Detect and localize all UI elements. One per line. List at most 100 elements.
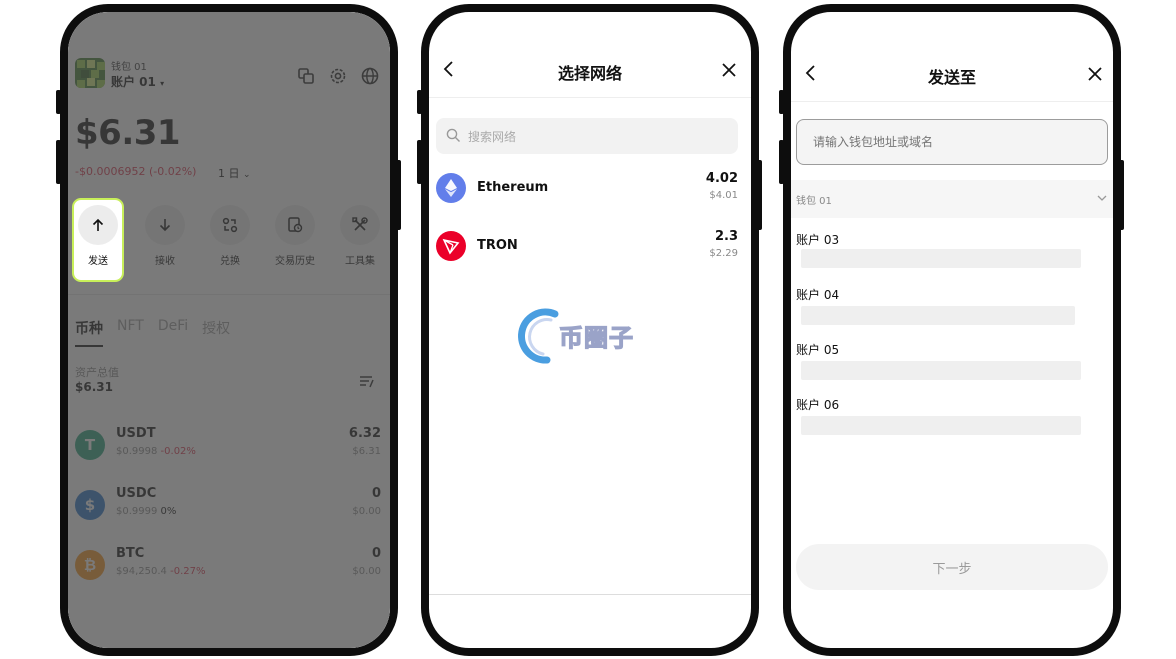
next-button[interactable]: 下一步: [796, 544, 1108, 590]
network-amount: 2.3: [714, 229, 738, 244]
total-balance: $6.31: [75, 113, 181, 153]
token-row-usdc[interactable]: $ USDC $0.9999 0% 0 $0.00: [75, 486, 381, 530]
tab-tokens[interactable]: 币种: [75, 318, 103, 347]
swap-icon: [210, 205, 250, 245]
address-input[interactable]: [796, 119, 1108, 165]
token-symbol: BTC: [116, 546, 145, 561]
token-price: $0.9998 -0.02%: [116, 446, 196, 457]
sort-icon[interactable]: [358, 372, 376, 390]
token-price-value: $0.9998: [116, 446, 158, 457]
network-amount: 4.02: [705, 171, 738, 186]
token-price-value: $0.9999: [116, 506, 158, 517]
token-row-btc[interactable]: ₿ BTC $94,250.4 -0.27% 0 $0.00: [75, 546, 381, 590]
account-name: 账户 03: [796, 233, 840, 247]
tron-icon: [436, 231, 466, 261]
page-title: 发送至: [927, 68, 976, 87]
token-symbol: USDT: [116, 426, 156, 441]
network-name: Ethereum: [477, 180, 549, 195]
phone-select-network: 选择网络 搜索网络 Ethereum 4.02 $4.01 TRON 2.3 $…: [421, 4, 759, 656]
period-selector[interactable]: 1 日 ⌄: [218, 165, 251, 181]
token-price-value: $94,250.4: [116, 566, 167, 577]
history-icon: [275, 205, 315, 245]
arrow-up-icon: [78, 205, 118, 245]
token-price: $94,250.4 -0.27%: [116, 566, 205, 577]
ethereum-icon: [436, 173, 466, 203]
period-label: 1 日: [218, 167, 240, 180]
arrow-down-icon: [145, 205, 185, 245]
divider: [429, 594, 751, 595]
tab-nft[interactable]: NFT: [117, 318, 144, 338]
tab-approvals[interactable]: 授权: [202, 318, 230, 338]
assets-title: 资产总值: [75, 366, 119, 379]
account-name: 账户 06: [796, 398, 840, 412]
token-value: $6.31: [352, 446, 381, 457]
usdc-icon: $: [75, 490, 105, 520]
tab-defi[interactable]: DeFi: [158, 318, 188, 338]
divider: [68, 294, 390, 295]
token-symbol: USDC: [116, 486, 157, 501]
tools-icon: [340, 205, 380, 245]
account-row[interactable]: 账户 03: [796, 231, 1086, 281]
btc-icon: ₿: [75, 550, 105, 580]
account-row[interactable]: 账户 05: [796, 341, 1086, 391]
chevron-down-icon: [1097, 195, 1107, 201]
asset-tabs: 币种 NFT DeFi 授权: [75, 318, 230, 347]
account-name: 账户 01: [111, 75, 156, 89]
blurred-address: [801, 249, 1081, 268]
wallet-home-screen: 钱包 01 账户 01 ▾ $6.31 -$0.0006952 (-0.02%)…: [68, 12, 390, 648]
page-title: 选择网络: [557, 64, 622, 83]
balance-change: -$0.0006952 (-0.02%): [75, 165, 197, 178]
network-row-tron[interactable]: TRON 2.3 $2.29: [436, 227, 738, 267]
wallet-name: 钱包 01: [111, 62, 147, 73]
swap-label: 兑换: [220, 256, 240, 267]
watermark: 币圈子: [511, 304, 671, 364]
account-selector[interactable]: 账户 01 ▾: [111, 73, 164, 90]
close-icon[interactable]: [1087, 66, 1103, 82]
token-amount: 6.32: [348, 426, 381, 441]
receive-label: 接收: [155, 256, 175, 267]
caret-down-icon: ▾: [160, 79, 165, 88]
close-icon[interactable]: [721, 62, 737, 78]
history-button[interactable]: 交易历史: [265, 205, 325, 267]
account-row[interactable]: 账户 04: [796, 286, 1086, 336]
token-value: $0.00: [352, 566, 381, 577]
copy-icon[interactable]: [296, 66, 316, 86]
account-name: 账户 04: [796, 288, 840, 302]
swap-button[interactable]: 兑换: [200, 205, 260, 267]
usdt-icon: T: [75, 430, 105, 460]
assets-total: $6.31: [75, 380, 113, 394]
blurred-address: [801, 416, 1081, 435]
chevron-down-icon: ⌄: [243, 170, 251, 180]
network-search-input[interactable]: 搜索网络: [436, 118, 738, 154]
globe-icon[interactable]: [360, 66, 380, 86]
gear-icon[interactable]: [328, 66, 348, 86]
wallet-avatar[interactable]: [75, 58, 105, 88]
header: 发送至: [791, 12, 1113, 102]
phone-send-to: 发送至 钱包 01 账户 03 账户 04 账户 05 账户 06 下一步: [783, 4, 1121, 656]
account-name: 账户 05: [796, 343, 840, 357]
network-row-ethereum[interactable]: Ethereum 4.02 $4.01: [436, 169, 738, 209]
network-name: TRON: [477, 238, 518, 253]
network-value: $4.01: [709, 190, 738, 201]
token-amount: 0: [371, 546, 381, 561]
wallet-group-header[interactable]: 钱包 01: [791, 180, 1113, 218]
stage: 钱包 01 账户 01 ▾ $6.31 -$0.0006952 (-0.02%)…: [0, 0, 1176, 659]
search-icon: [446, 128, 460, 142]
network-value: $2.29: [709, 248, 738, 259]
receive-button[interactable]: 接收: [135, 205, 195, 267]
header: 选择网络: [429, 12, 751, 98]
tools-label: 工具集: [345, 256, 375, 267]
token-row-usdt[interactable]: T USDT $0.9998 -0.02% 6.32 $6.31: [75, 426, 381, 470]
search-placeholder: 搜索网络: [468, 130, 517, 144]
blurred-address: [801, 306, 1075, 325]
send-button[interactable]: 发送: [72, 198, 124, 282]
account-row[interactable]: 账户 06: [796, 396, 1086, 446]
tools-button[interactable]: 工具集: [330, 205, 390, 267]
token-change: -0.27%: [170, 566, 206, 577]
watermark-text: 币圈子: [558, 323, 634, 352]
blurred-address: [801, 361, 1081, 380]
token-value: $0.00: [352, 506, 381, 517]
token-amount: 0: [371, 486, 381, 501]
token-change: -0.02%: [160, 446, 196, 457]
token-change: 0%: [160, 506, 177, 517]
